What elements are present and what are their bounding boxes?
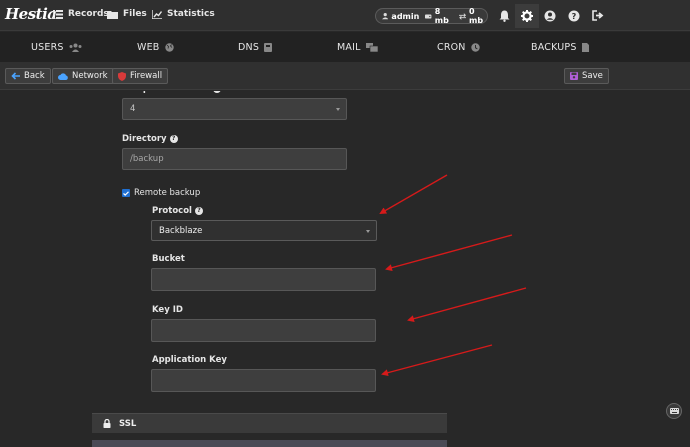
top-bar: Hestia Records Files Statistics admin 8 … <box>0 0 690 31</box>
tab-mail[interactable]: MAIL <box>337 42 378 53</box>
chart-icon <box>152 9 162 19</box>
tab-web[interactable]: WEB <box>137 42 174 53</box>
globe-icon <box>164 43 174 52</box>
mail-bulk-icon <box>365 43 378 52</box>
cloud-icon <box>58 72 68 80</box>
directory-input[interactable]: /backup <box>122 148 347 170</box>
chevron-down-icon <box>366 229 370 233</box>
nav-files-label: Files <box>123 9 147 19</box>
bucket-label-text: Bucket <box>152 254 185 264</box>
directory-placeholder: /backup <box>130 154 164 164</box>
keyboard-shortcuts-button[interactable] <box>666 403 682 419</box>
lock-icon <box>103 419 111 428</box>
disk-usage: 8 mb <box>434 7 449 25</box>
compression-level-select[interactable]: 4 <box>122 98 347 120</box>
settings-button[interactable] <box>515 4 539 28</box>
next-section-header[interactable] <box>92 440 447 447</box>
ssl-section-title: SSL <box>119 418 137 429</box>
save-button[interactable]: Save <box>564 68 609 84</box>
tab-dns-label: DNS <box>238 42 260 53</box>
user-summary[interactable]: admin 8 mb 0 mb <box>375 7 488 25</box>
hestia-logo[interactable]: Hestia <box>5 5 57 23</box>
back-button[interactable]: Back <box>5 68 51 84</box>
bell-icon <box>499 10 510 22</box>
protocol-label-text: Protocol <box>152 206 192 216</box>
tab-dns[interactable]: DNS <box>238 42 273 53</box>
protocol-value: Backblaze <box>159 225 203 236</box>
tab-mail-label: MAIL <box>337 42 361 53</box>
keyboard-icon <box>669 408 679 414</box>
nav-records[interactable]: Records <box>53 9 109 19</box>
network-label: Network <box>72 71 108 81</box>
chevron-down-icon <box>336 108 340 111</box>
remote-backup-checkbox[interactable] <box>122 189 130 197</box>
help-icon[interactable]: ? <box>194 207 203 215</box>
save-label: Save <box>582 71 603 81</box>
tab-users[interactable]: USERS <box>31 42 82 53</box>
book-icon <box>264 43 273 52</box>
tab-cron-label: CRON <box>437 42 466 53</box>
shield-icon <box>118 71 126 81</box>
notifications-button[interactable] <box>497 8 512 23</box>
bucket-input[interactable] <box>151 268 376 291</box>
tab-cron[interactable]: CRON <box>437 42 480 53</box>
arrow-left-icon <box>11 72 20 80</box>
hard-drive-icon <box>425 13 432 19</box>
gear-icon <box>521 10 533 22</box>
user-circle-icon <box>544 10 555 21</box>
users-icon <box>69 43 82 52</box>
logout-button[interactable] <box>590 8 605 23</box>
key-id-input[interactable] <box>151 319 376 342</box>
application-key-label: Application Key <box>152 355 227 365</box>
annotation-arrow <box>381 344 493 377</box>
network-button[interactable]: Network <box>52 68 114 84</box>
protocol-select[interactable]: Backblaze <box>151 220 377 241</box>
list-icon <box>53 9 63 19</box>
tab-backups-label: BACKUPS <box>531 42 577 53</box>
transfer-icon <box>458 12 466 20</box>
directory-label: Directory ? <box>122 134 178 144</box>
annotation-arrow <box>407 287 527 323</box>
main-tabs: USERS WEB DNS MAIL CRON BACKUPS <box>0 32 690 62</box>
firewall-button[interactable]: Firewall <box>112 68 169 84</box>
floppy-disk-icon <box>570 72 578 80</box>
file-icon <box>581 43 589 52</box>
clock-icon <box>470 43 480 52</box>
back-label: Back <box>24 71 45 81</box>
remote-backup-label-text: Remote backup <box>134 188 201 198</box>
nav-statistics[interactable]: Statistics <box>152 9 215 19</box>
profile-button[interactable] <box>542 8 557 23</box>
question-icon: ? <box>568 10 579 21</box>
nav-statistics-label: Statistics <box>167 9 215 19</box>
bucket-label: Bucket <box>152 254 185 264</box>
application-key-input[interactable] <box>151 369 376 392</box>
tab-backups[interactable]: BACKUPS <box>531 42 589 53</box>
bandwidth-usage: 0 mb <box>468 7 484 25</box>
compression-level-value: 4 <box>130 104 136 114</box>
annotation-arrow <box>385 234 513 272</box>
directory-label-text: Directory <box>122 134 167 144</box>
remote-backup-label[interactable]: Remote backup <box>134 188 200 198</box>
nav-records-label: Records <box>68 9 109 19</box>
tab-web-label: WEB <box>137 42 160 53</box>
firewall-label: Firewall <box>130 71 163 81</box>
logout-icon <box>591 10 603 21</box>
svg-text:?: ? <box>571 12 576 21</box>
tab-users-label: USERS <box>31 42 64 53</box>
check-icon <box>123 190 129 196</box>
key-id-label: Key ID <box>152 305 183 315</box>
action-toolbar: Back Network Firewall Save <box>0 62 690 90</box>
help-button[interactable]: ? <box>566 8 581 23</box>
user-icon <box>382 13 389 20</box>
username: admin <box>391 11 420 21</box>
ssl-section-header[interactable]: SSL <box>92 413 447 433</box>
annotation-arrow <box>379 174 448 214</box>
key-id-label-text: Key ID <box>152 305 183 315</box>
protocol-label: Protocol ? <box>152 206 203 216</box>
help-icon[interactable]: ? <box>169 135 178 143</box>
nav-files[interactable]: Files <box>107 9 147 19</box>
application-key-label-text: Application Key <box>152 355 227 365</box>
folder-icon <box>107 10 118 19</box>
